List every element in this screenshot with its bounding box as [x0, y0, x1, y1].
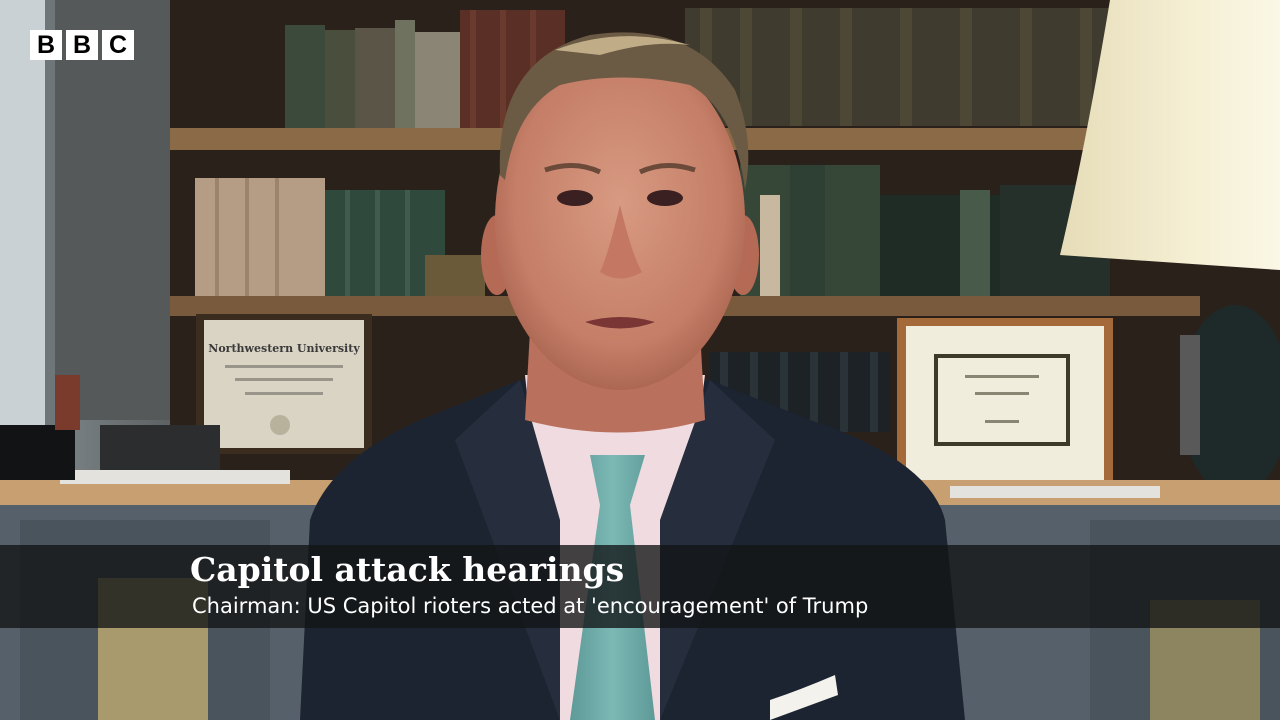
- diploma-title: Northwestern University: [208, 342, 360, 355]
- bbc-logo-letter: B: [30, 30, 62, 60]
- bbc-logo-letter: B: [66, 30, 98, 60]
- diploma-frame: Northwestern University: [196, 314, 372, 454]
- lower-third-caption: Capitol attack hearings Chairman: US Cap…: [0, 545, 1280, 628]
- bbc-logo: B B C: [30, 30, 134, 60]
- bbc-logo-letter: C: [102, 30, 134, 60]
- certificate-frame: [897, 318, 1113, 488]
- caption-headline: Capitol attack hearings: [190, 550, 625, 589]
- caption-subline: Chairman: US Capitol rioters acted at 'e…: [192, 594, 869, 618]
